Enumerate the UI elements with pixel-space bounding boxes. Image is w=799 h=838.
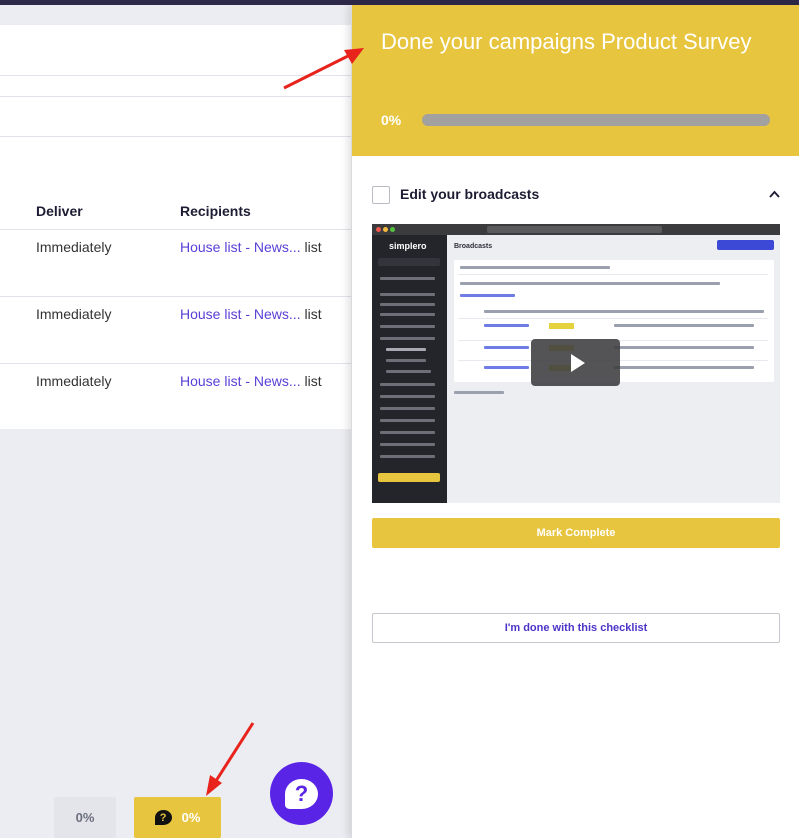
video-nav-item (380, 277, 435, 280)
video-row-link (484, 366, 529, 369)
video-row-meta (614, 324, 754, 327)
chevron-up-icon[interactable] (769, 187, 780, 201)
divider (458, 274, 768, 275)
deliver-cell: Immediately (36, 306, 112, 322)
video-row-meta (614, 346, 754, 349)
video-search-box (378, 258, 440, 266)
annotation-arrow-icon (283, 48, 364, 90)
video-app-sidebar: simplero (372, 235, 447, 503)
recipients-cell: House list - News... list (180, 239, 322, 255)
table-row[interactable]: Immediately House list - News... list (0, 296, 352, 363)
video-nav-item (380, 395, 435, 398)
checklist-header: Done your campaigns Product Survey 0% (352, 5, 799, 156)
app-logo: simplero (389, 241, 427, 251)
browser-url-bar (487, 226, 662, 233)
column-header-recipients[interactable]: Recipients (180, 203, 251, 219)
recipient-suffix: list (304, 306, 322, 322)
annotation-arrow-icon (206, 722, 255, 796)
checklist-title: Done your campaigns Product Survey (381, 29, 752, 54)
video-filter (460, 282, 720, 285)
video-row-link (484, 324, 529, 327)
task-edit-broadcasts[interactable]: Edit your broadcasts (372, 185, 780, 205)
video-nav-item (380, 455, 435, 458)
launcher-progress-label: 0% (181, 810, 201, 825)
video-footer-count (454, 391, 504, 394)
minimize-dot-icon (383, 227, 388, 232)
video-nav-item (386, 370, 431, 373)
video-nav-item (380, 325, 435, 328)
video-row-link (484, 346, 529, 349)
table-row[interactable]: Immediately House list - News... list (0, 363, 352, 430)
maximize-dot-icon (390, 227, 395, 232)
column-header-deliver[interactable]: Deliver (36, 203, 83, 219)
divider (458, 318, 768, 319)
video-label-tag (549, 323, 574, 329)
help-chat-button[interactable]: ? (270, 762, 333, 825)
recipient-list-link[interactable]: House list - News... (180, 373, 301, 389)
video-nav-item (380, 407, 435, 410)
video-nav-item (380, 431, 435, 434)
video-nav-item (380, 337, 435, 340)
table-row[interactable]: Immediately House list - News... list (0, 229, 352, 296)
video-page-title: Broadcasts (454, 243, 493, 250)
video-nav-item (386, 348, 426, 351)
deliver-cell: Immediately (36, 239, 112, 255)
video-nav-item (386, 359, 426, 362)
progress-bar (422, 114, 770, 126)
checklist-progress-tab[interactable]: 0% (54, 797, 116, 838)
checklist-launcher-button[interactable]: ? 0% (134, 797, 221, 838)
video-new-broadcast-button (717, 240, 774, 250)
recipient-suffix: list (304, 239, 322, 255)
video-nav-item (380, 313, 435, 316)
question-bubble-icon: ? (154, 810, 172, 825)
video-table-header (484, 310, 764, 313)
mark-complete-button[interactable]: Mark Complete (372, 518, 780, 548)
video-nav-item (380, 383, 435, 386)
recipient-list-link[interactable]: House list - News... (180, 306, 301, 322)
recipients-cell: House list - News... list (180, 373, 322, 389)
video-nav-item (380, 293, 435, 296)
video-filter-tag (460, 294, 515, 297)
recipient-list-link[interactable]: House list - News... (180, 239, 301, 255)
close-dot-icon (376, 227, 381, 232)
video-nav-item (380, 443, 435, 446)
deliver-cell: Immediately (36, 373, 112, 389)
checklist-panel: Done your campaigns Product Survey 0% Ed… (351, 5, 799, 838)
browser-chrome (372, 224, 780, 235)
video-help-button (378, 473, 440, 482)
task-label: Edit your broadcasts (400, 186, 540, 202)
task-video-thumbnail[interactable]: simplero Broadcasts (372, 224, 780, 503)
divider (0, 136, 352, 137)
done-checklist-button[interactable]: I'm done with this checklist (372, 613, 780, 643)
video-nav-item (380, 303, 435, 306)
question-bubble-icon: ? (285, 778, 318, 809)
recipient-suffix: list (304, 373, 322, 389)
progress-percent: 0% (381, 112, 402, 128)
divider (0, 96, 352, 97)
task-checkbox[interactable] (372, 186, 390, 204)
video-nav-item (380, 419, 435, 422)
video-tabs (460, 266, 610, 269)
video-row-meta (614, 366, 754, 369)
recipients-cell: House list - News... list (180, 306, 322, 322)
play-icon[interactable] (531, 339, 620, 386)
